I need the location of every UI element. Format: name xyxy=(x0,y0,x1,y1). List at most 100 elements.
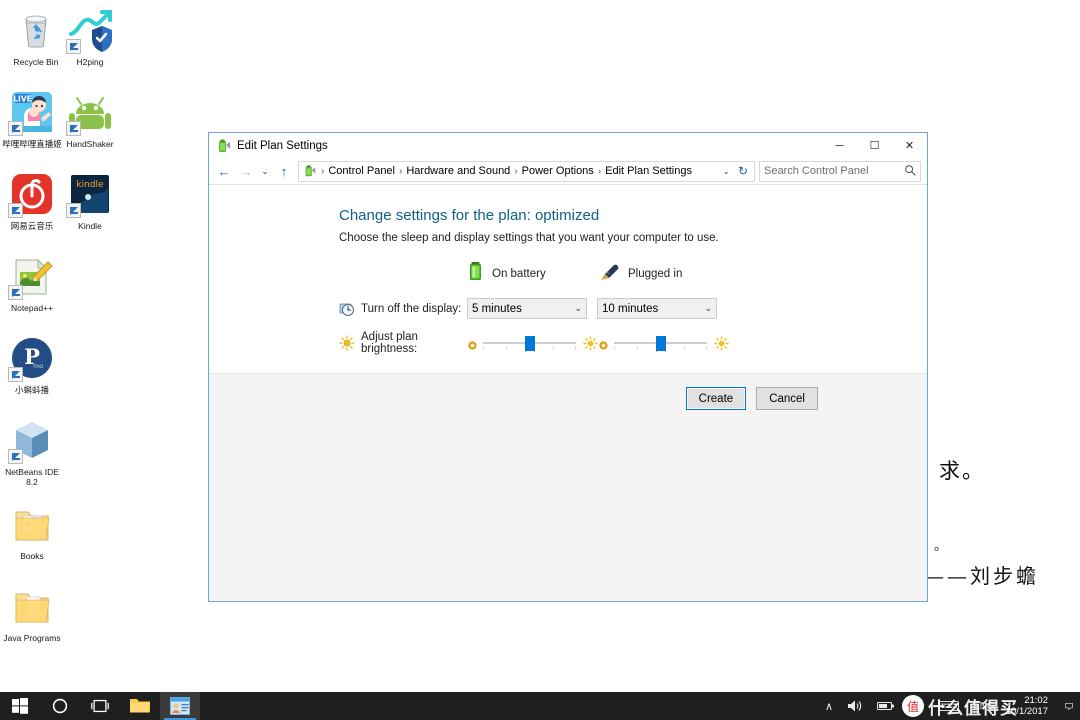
edit-plan-settings-window[interactable]: Edit Plan Settings ─ ☐ ✕ ← → ⌄ ↑ › Contr… xyxy=(208,132,928,602)
desktop-icon-label: Notepad++ xyxy=(10,303,54,313)
handshaker-icon xyxy=(66,88,114,136)
power-plug-icon xyxy=(598,261,620,286)
breadcrumb-hardware-and-sound[interactable]: Hardware and Sound xyxy=(404,165,512,177)
h2ping-icon xyxy=(66,6,114,54)
back-button[interactable]: ← xyxy=(213,160,235,182)
select-display-plugged-in[interactable]: 10 minutes ⌄ xyxy=(597,298,717,319)
column-label-plugged-in: Plugged in xyxy=(628,267,683,280)
search-control-panel-box[interactable]: Search Control Panel xyxy=(759,160,921,182)
forward-button[interactable]: → xyxy=(235,160,257,182)
battery-tray-icon[interactable] xyxy=(870,692,902,720)
handwritten-note: 求。 。 ——刘步蟾 xyxy=(924,455,1074,600)
window-footer: Create Cancel xyxy=(209,373,927,601)
window-titlebar[interactable]: Edit Plan Settings ─ ☐ ✕ xyxy=(209,133,927,158)
recent-locations-button[interactable]: ⌄ xyxy=(257,160,273,182)
desktop-icon-label: Books xyxy=(20,551,44,561)
clock-date: 10/1/2017 xyxy=(1005,706,1048,717)
sun-bright-icon xyxy=(714,335,729,351)
slider-brightness-on-battery[interactable] xyxy=(467,334,598,352)
language-indicator[interactable]: ENG xyxy=(966,692,1002,720)
volume-icon[interactable] xyxy=(840,692,870,720)
minimize-button[interactable]: ─ xyxy=(822,133,857,158)
slider-thumb[interactable] xyxy=(655,336,666,352)
slider-track[interactable] xyxy=(483,334,577,352)
note-signature: ——刘步蟾 xyxy=(924,564,1039,588)
navigation-bar[interactable]: ← → ⌄ ↑ › Control Panel › Hardware and S… xyxy=(209,158,927,184)
power-options-icon xyxy=(216,138,232,154)
refresh-icon[interactable]: ↻ xyxy=(736,164,754,178)
shortcut-overlay-icon xyxy=(8,449,23,464)
svg-text:kindle: kindle xyxy=(76,180,104,190)
shortcut-overlay-icon xyxy=(8,367,23,382)
address-bar[interactable]: › Control Panel › Hardware and Sound › P… xyxy=(298,160,755,182)
netease-music-icon xyxy=(8,170,56,218)
netbeans-icon xyxy=(8,416,56,464)
system-tray[interactable]: ∧ ENG 21:02 10/1/2017 xyxy=(818,692,1080,720)
search-input[interactable]: Search Control Panel xyxy=(764,165,904,177)
page-subtitle: Choose the sleep and display settings th… xyxy=(339,232,719,244)
shortcut-overlay-icon xyxy=(66,203,81,218)
desktop-icon-label: Kindle xyxy=(78,221,102,231)
footer-buttons[interactable]: Create Cancel xyxy=(685,387,818,410)
breadcrumb-edit-plan-settings[interactable]: Edit Plan Settings xyxy=(603,165,694,177)
desktop-icon-notepadpp[interactable]: Notepad++ xyxy=(2,252,62,313)
desktop-icon-recycle-bin[interactable]: Recycle Bin xyxy=(6,6,66,67)
row-adjust-brightness: Adjust plan brightness: xyxy=(339,331,927,355)
desktop-icon-bilibili-live[interactable]: LIVE 哔哩哔哩直播姬 xyxy=(2,88,62,149)
keyboard-icon[interactable] xyxy=(932,692,966,720)
cortana-icon[interactable] xyxy=(40,692,80,720)
slider-track[interactable] xyxy=(614,334,708,352)
row-label-adjust-brightness: Adjust plan brightness: xyxy=(361,331,418,355)
column-label-on-battery: On battery xyxy=(492,267,546,280)
svg-text:LIVE: LIVE xyxy=(13,95,32,104)
task-view-icon[interactable] xyxy=(80,692,120,720)
window-content: Change settings for the plan: optimized … xyxy=(209,184,927,601)
desktop-icon-netease-music[interactable]: 网易云音乐 xyxy=(2,170,62,231)
clock[interactable]: 21:02 10/1/2017 xyxy=(1002,692,1058,720)
close-button[interactable]: ✕ xyxy=(892,133,927,158)
breadcrumb-control-panel[interactable]: Control Panel xyxy=(326,165,397,177)
desktop-icon-netbeans[interactable]: NetBeans IDE 8.2 xyxy=(2,416,62,487)
action-center-icon[interactable] xyxy=(1058,692,1080,720)
breadcrumb-separator: › xyxy=(514,165,518,177)
breadcrumb-separator: › xyxy=(597,165,602,177)
desktop-icon-label: 小蝌蚪播 xyxy=(14,385,49,395)
sun-dim-icon xyxy=(598,338,609,350)
sun-dim-icon xyxy=(467,338,478,350)
start-button[interactable] xyxy=(0,692,40,720)
clock-time: 21:02 xyxy=(1024,695,1048,706)
window-controls[interactable]: ─ ☐ ✕ xyxy=(822,133,927,158)
note-dot: 。 xyxy=(934,539,948,554)
control-panel-window-icon[interactable] xyxy=(160,692,200,720)
column-on-battery: On battery xyxy=(467,261,598,286)
desktop-icon-books[interactable]: B Books xyxy=(2,500,62,561)
slider-thumb[interactable] xyxy=(524,336,535,352)
row-label-turn-off-display: Turn off the display: xyxy=(361,302,462,315)
taskbar[interactable]: ∧ ENG 21:02 10/1/2017 值 什么值得买 xyxy=(0,692,1080,720)
desktop-icon-java-programs[interactable]: Java Programs xyxy=(2,582,62,643)
page-title: Change settings for the plan: optimized xyxy=(339,207,600,224)
desktop-icon-handshaker[interactable]: HandShaker xyxy=(60,88,120,149)
window-title: Edit Plan Settings xyxy=(237,139,328,152)
cancel-button[interactable]: Cancel xyxy=(756,387,818,410)
clock-display-icon xyxy=(339,301,355,317)
show-hidden-icons-button[interactable]: ∧ xyxy=(818,692,840,720)
desktop-icon-h2ping[interactable]: H2ping xyxy=(60,6,120,67)
file-explorer-icon[interactable] xyxy=(120,692,160,720)
breadcrumb-power-options[interactable]: Power Options xyxy=(520,165,596,177)
slider-brightness-plugged-in[interactable] xyxy=(598,334,729,352)
power-source-headers: On battery Plugged in xyxy=(467,260,927,286)
maximize-button[interactable]: ☐ xyxy=(857,133,892,158)
up-button[interactable]: ↑ xyxy=(273,160,295,182)
breadcrumb-separator: › xyxy=(399,165,403,177)
network-icon[interactable] xyxy=(902,692,932,720)
chevron-down-icon[interactable]: ⌄ xyxy=(716,166,736,177)
search-icon xyxy=(904,164,916,179)
desktop-icon-tpad[interactable]: P TPAD 小蝌蚪播 xyxy=(2,334,62,395)
select-display-on-battery[interactable]: 5 minutes ⌄ xyxy=(467,298,587,319)
svg-text:TPAD: TPAD xyxy=(32,364,43,369)
select-value: 5 minutes xyxy=(472,302,522,315)
shortcut-overlay-icon xyxy=(66,121,81,136)
desktop-icon-kindle[interactable]: kindle Kindle xyxy=(60,170,120,231)
create-button[interactable]: Create xyxy=(685,387,747,410)
